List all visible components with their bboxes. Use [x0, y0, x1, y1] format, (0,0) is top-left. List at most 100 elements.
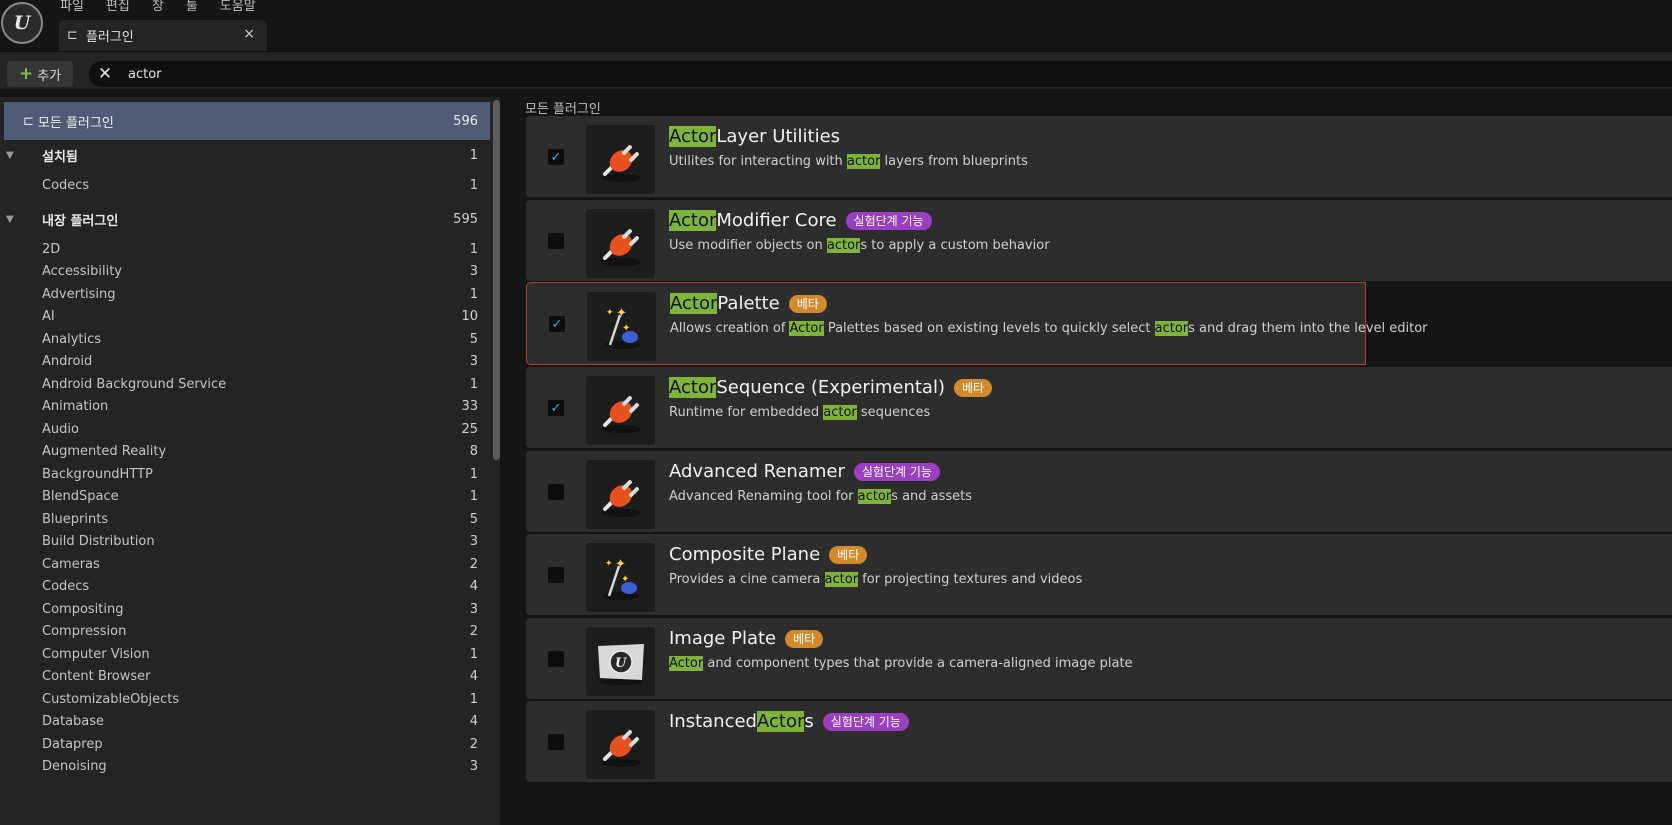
collapse-arrow-icon[interactable]: ▼: [6, 150, 14, 161]
sidebar-item-all-plugins[interactable]: ⊏ 모든 플러그인 596: [4, 102, 490, 140]
description-text: s to apply a custom behavior: [860, 238, 1050, 253]
description-text: for projecting textures and videos: [858, 572, 1083, 587]
sidebar-item[interactable]: Analytics 5: [0, 328, 490, 350]
sidebar-item-label: Compression: [42, 623, 127, 639]
sidebar-item-count: 2: [469, 556, 478, 572]
plugin-card[interactable]: ✓ ✦ ✦ ✦ Actor Palette 베타 Allows creation of Ac…: [526, 282, 1428, 365]
plugin-card[interactable]: U Image Plate 베타 Actor and component types …: [526, 618, 1672, 699]
add-button-label: 추가: [37, 68, 62, 84]
menu-edit[interactable]: 편집: [106, 0, 130, 16]
enable-checkbox[interactable]: ✓: [549, 316, 565, 332]
plugin-name: Advanced Renamer 실험단계 기능: [669, 461, 940, 482]
sidebar-item-label: Advertising: [42, 286, 116, 302]
search-highlight: actor: [826, 238, 861, 253]
description-text: Use modifier objects on: [669, 238, 827, 253]
svg-text:✦: ✦: [606, 308, 614, 318]
magic-wand-icon: ✦ ✦ ✦: [586, 543, 655, 612]
sidebar-item-label: 설치됨: [42, 149, 78, 165]
menu-help[interactable]: 도움말: [220, 0, 256, 16]
sidebar-item-count: 25: [461, 421, 478, 437]
enable-checkbox[interactable]: [548, 651, 564, 667]
search-input[interactable]: [128, 66, 528, 82]
sidebar-item-label: 2D: [42, 241, 61, 257]
sidebar-item[interactable]: Animation 33: [0, 395, 490, 417]
sidebar-section[interactable]: ▼ 설치됨 1: [0, 144, 490, 166]
sidebar-scrollbar[interactable]: [493, 100, 500, 460]
sidebar-item-count: 33: [461, 398, 478, 414]
plugin-name: Actor Palette 베타: [670, 293, 827, 314]
plugin-name-text: Sequence (Experimental): [716, 377, 945, 398]
plugin-card[interactable]: ✓ Actor Sequence (Experimental) 베타 Runtime …: [526, 367, 1672, 448]
sidebar-item[interactable]: AI 10: [0, 305, 490, 327]
sidebar-item[interactable]: 2D 1: [0, 238, 490, 260]
sidebar-item[interactable]: Audio 25: [0, 418, 490, 440]
search-box: ✕: [89, 61, 1672, 87]
sidebar-item[interactable]: Content Browser 4: [0, 665, 490, 687]
plugin-card[interactable]: Instanced Actor s 실험단계 기능: [526, 701, 1672, 782]
sidebar-item[interactable]: Codecs 1: [0, 174, 490, 196]
sidebar-item-label: Android: [42, 353, 93, 369]
menu-bar: 파일 편집 창 툴 도움말: [60, 0, 278, 16]
search-highlight: actor: [846, 154, 881, 169]
sidebar-item[interactable]: CustomizableObjects 1: [0, 688, 490, 710]
sidebar-item[interactable]: Codecs 4: [0, 575, 490, 597]
sidebar-item[interactable]: Database 4: [0, 710, 490, 732]
unreal-logo-icon[interactable]: U: [1, 2, 43, 44]
plugin-description: Actor and component types that provide a…: [669, 656, 1133, 671]
plugin-card[interactable]: ✦ ✦ ✦ Composite Plane 베타 Provides a cine came…: [526, 534, 1672, 615]
enable-checkbox[interactable]: [548, 734, 564, 750]
collapse-arrow-icon[interactable]: ▼: [6, 214, 14, 225]
enable-checkbox[interactable]: [548, 567, 564, 583]
tab-plugins[interactable]: ⊏ 플러그인 ×: [59, 20, 267, 51]
beta-badge: 베타: [953, 378, 993, 397]
sidebar-item[interactable]: Accessibility 3: [0, 260, 490, 282]
sidebar-item-label: CustomizableObjects: [42, 691, 180, 707]
add-button[interactable]: + 추가: [7, 61, 73, 87]
plugin-card[interactable]: Actor Modifier Core 실험단계 기능 Use modifier o…: [526, 200, 1672, 281]
plug-icon: [586, 710, 655, 779]
sidebar-section[interactable]: ▼ 내장 플러그인 595: [0, 208, 490, 230]
search-highlight: actor: [857, 489, 892, 504]
enable-checkbox[interactable]: ✓: [548, 400, 564, 416]
svg-text:✦: ✦: [615, 557, 626, 572]
enable-checkbox[interactable]: [548, 233, 564, 249]
plugin-name: Actor Sequence (Experimental) 베타: [669, 377, 993, 398]
clear-search-icon[interactable]: ✕: [92, 64, 118, 84]
plugin-card[interactable]: Advanced Renamer 실험단계 기능 Advanced Renaming…: [526, 451, 1672, 532]
sidebar-item[interactable]: Augmented Reality 8: [0, 440, 490, 462]
close-icon[interactable]: ×: [243, 26, 255, 42]
sidebar-item-count: 8: [469, 443, 478, 459]
sidebar-item[interactable]: Blueprints 5: [0, 508, 490, 530]
search-highlight: actor: [1154, 321, 1189, 336]
sidebar-item[interactable]: BackgroundHTTP 1: [0, 463, 490, 485]
sidebar-item[interactable]: Cameras 2: [0, 553, 490, 575]
enable-checkbox[interactable]: ✓: [548, 149, 564, 165]
sidebar-item-count: 4: [469, 668, 478, 684]
sidebar-item[interactable]: BlendSpace 1: [0, 485, 490, 507]
plugin-name: Composite Plane 베타: [669, 544, 868, 565]
sidebar-item[interactable]: Compositing 3: [0, 598, 490, 620]
plugin-name-text: Palette: [717, 293, 780, 314]
sidebar-item[interactable]: Dataprep 2: [0, 733, 490, 755]
menu-file[interactable]: 파일: [60, 0, 84, 16]
sidebar-item[interactable]: Computer Vision 1: [0, 643, 490, 665]
sidebar-item[interactable]: Android 3: [0, 350, 490, 372]
sidebar-item[interactable]: Denoising 3: [0, 755, 490, 777]
search-highlight: Actor: [789, 321, 824, 336]
beta-badge: 베타: [785, 629, 824, 648]
sidebar-item-label: Computer Vision: [42, 646, 150, 662]
plugin-card[interactable]: ✓ Actor Layer Utilities Utilites for inter…: [526, 116, 1672, 197]
sidebar-item[interactable]: Build Distribution 3: [0, 530, 490, 552]
sidebar-item[interactable]: Advertising 1: [0, 283, 490, 305]
sidebar-item-label: Audio: [42, 421, 79, 437]
sidebar-item[interactable]: Compression 2: [0, 620, 490, 642]
sidebar-item-count: 3: [469, 758, 478, 774]
menu-tools[interactable]: 툴: [186, 0, 198, 16]
menu-window[interactable]: 창: [152, 0, 164, 16]
title-bar: U 파일 편집 창 툴 도움말 ⊏ 플러그인 ×: [0, 0, 1672, 51]
sidebar-item-count: 1: [469, 488, 478, 504]
enable-checkbox[interactable]: [548, 484, 564, 500]
beta-badge: 베타: [788, 294, 827, 313]
sidebar-item[interactable]: Android Background Service 1: [0, 373, 490, 395]
plugin-description: Runtime for embedded actor sequences: [669, 405, 930, 420]
